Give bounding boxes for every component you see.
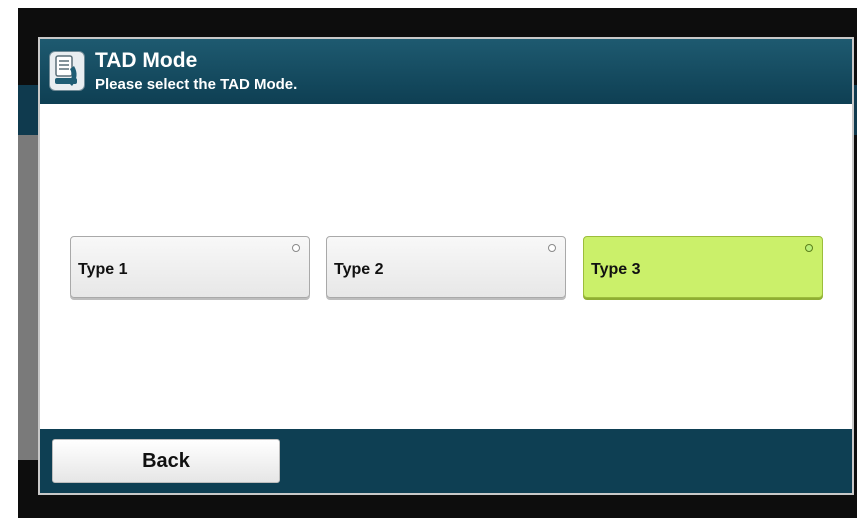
selection-indicator-icon [548, 244, 556, 252]
options-area: Type 1 Type 2 Type 3 [40, 104, 852, 429]
dialog-title: TAD Mode [95, 49, 198, 72]
selection-indicator-icon [292, 244, 300, 252]
option-type-1[interactable]: Type 1 [70, 236, 310, 298]
dialog-footer: Back [40, 429, 852, 493]
dialog-titlebar: TAD Mode Please select the TAD Mode. [40, 39, 852, 104]
option-label: Type 1 [78, 261, 128, 278]
option-label: Type 3 [591, 261, 641, 278]
option-type-3[interactable]: Type 3 [583, 236, 823, 298]
dialog-subtitle: Please select the TAD Mode. [95, 76, 298, 93]
option-type-2[interactable]: Type 2 [326, 236, 566, 298]
back-button[interactable]: Back [52, 439, 280, 483]
fax-handset-icon [49, 51, 85, 91]
option-label: Type 2 [334, 261, 384, 278]
selection-indicator-icon [805, 244, 813, 252]
tad-mode-dialog: TAD Mode Please select the TAD Mode. Typ… [38, 37, 854, 495]
